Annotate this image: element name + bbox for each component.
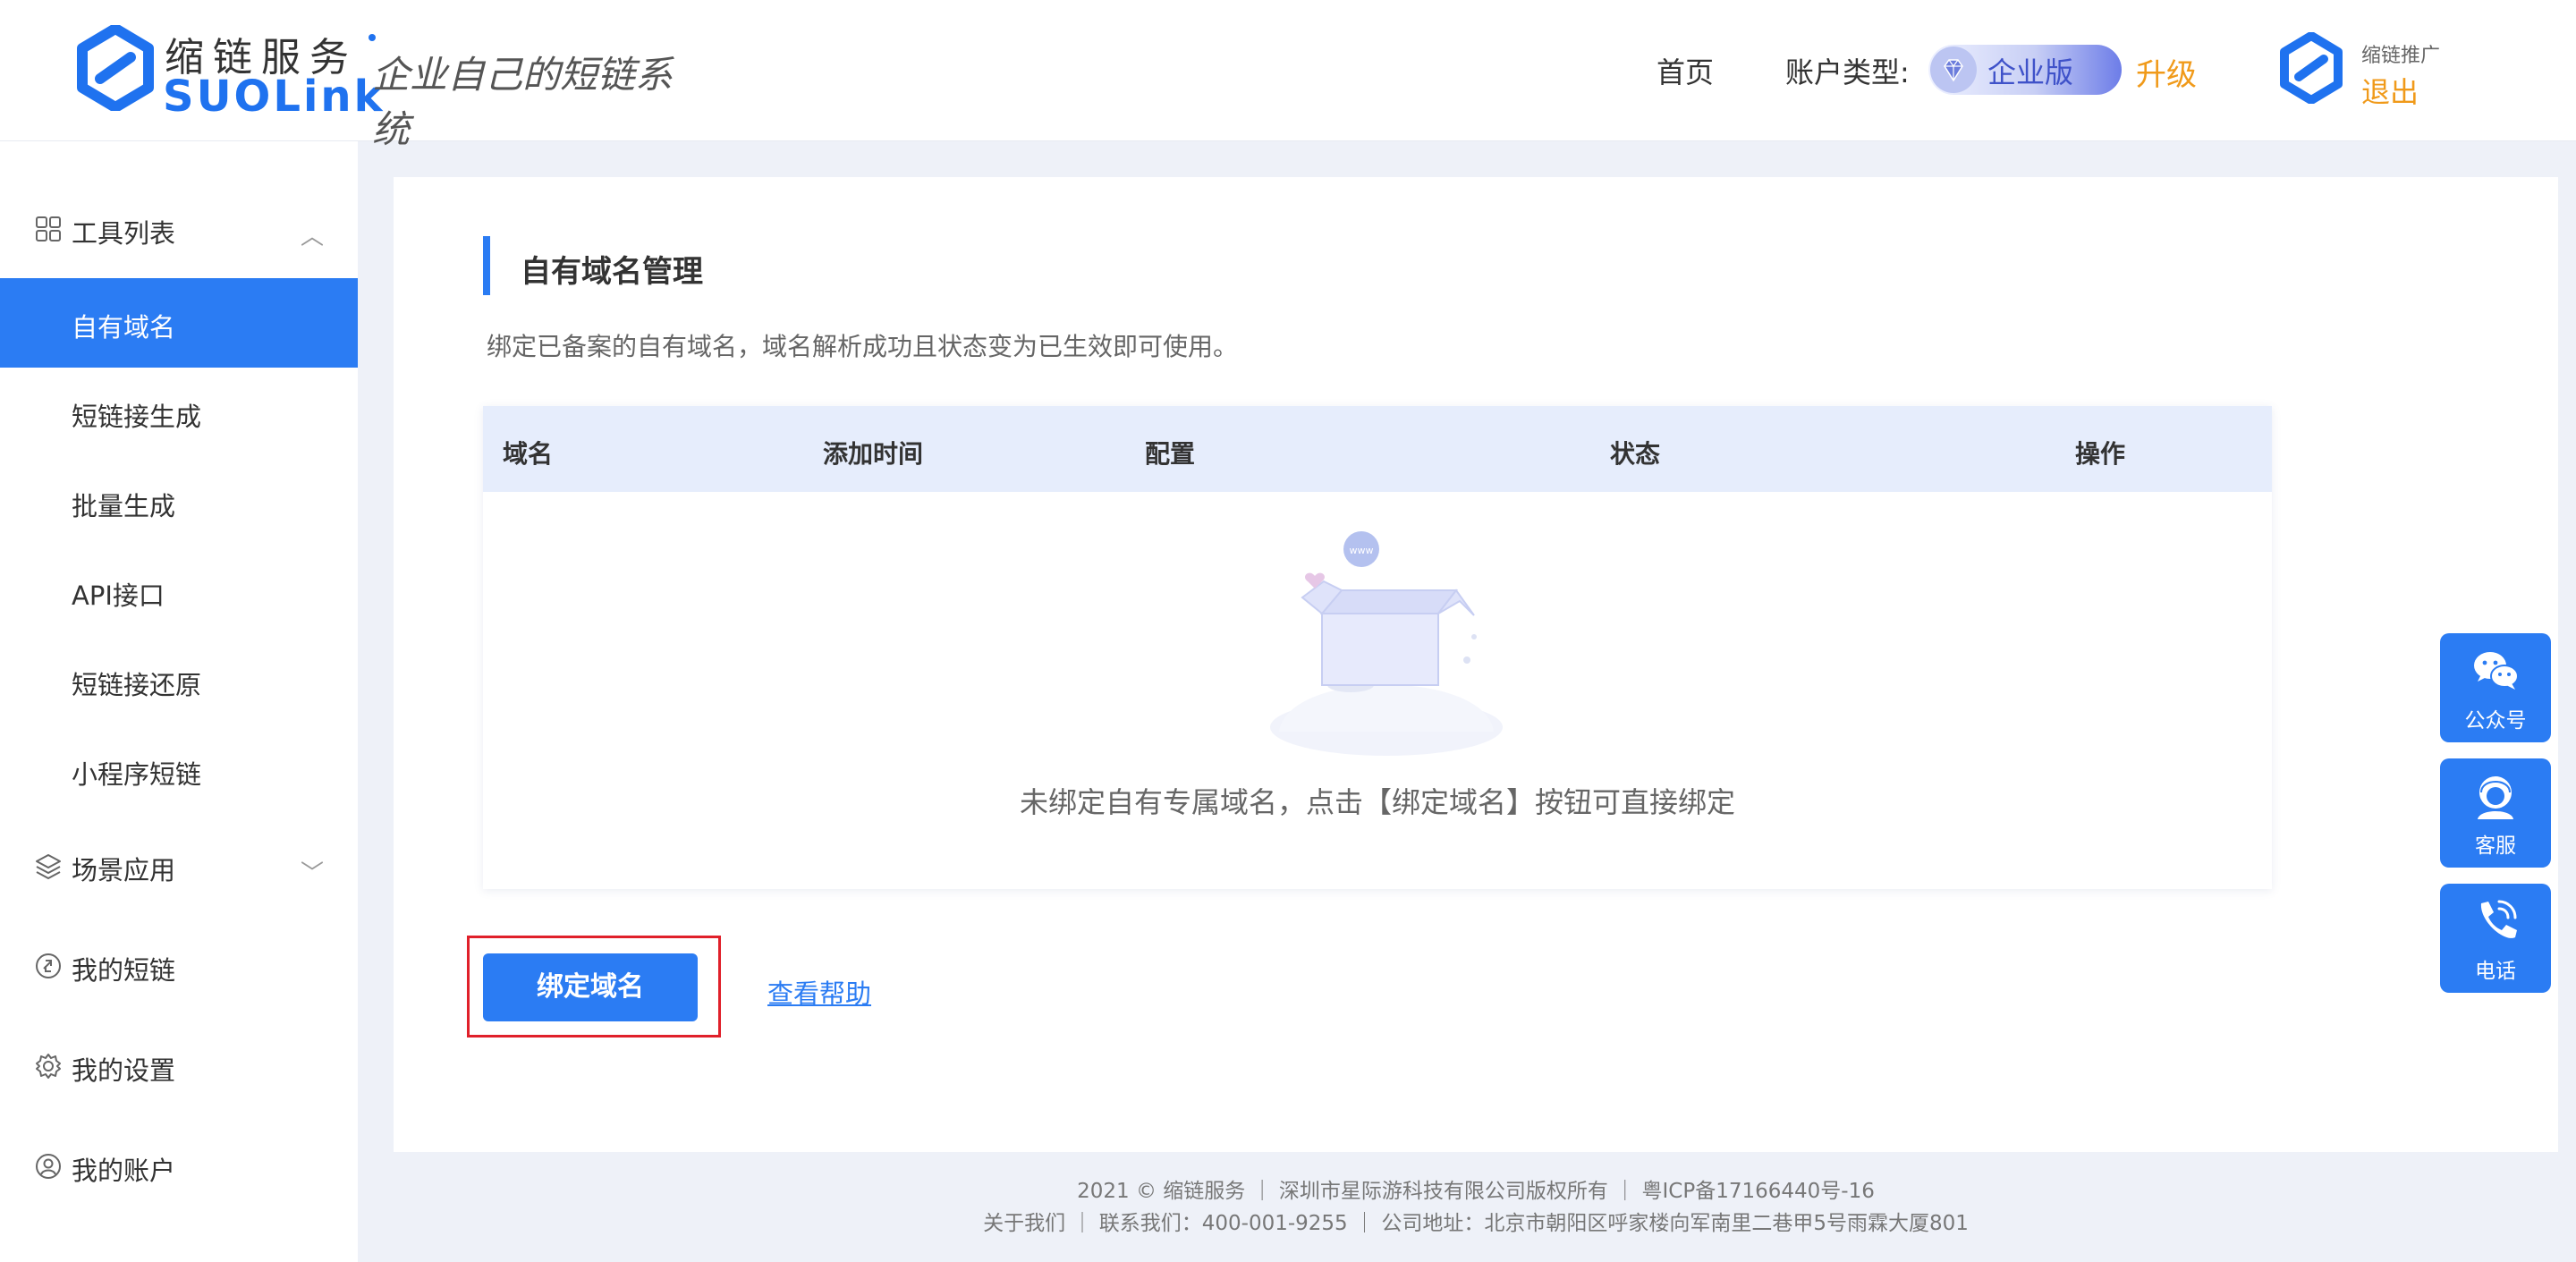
logo-mark-icon (77, 25, 154, 111)
sidebar-group-scenes[interactable]: 场景应用 ﹀ (0, 830, 358, 902)
customer-service-icon (2478, 776, 2513, 819)
float-button-label: 客服 (2475, 834, 2516, 858)
logo-english-text: SUOLink (163, 72, 386, 122)
top-header: 缩链服务 SUOLink 企业自己的短链系统 首页 账户类型: 企业版 升级 缩… (0, 0, 2576, 151)
column-header-added-time: 添加时间 (823, 439, 924, 469)
sidebar-item-batch-generate[interactable]: 批量生成 (0, 457, 358, 546)
wechat-icon (2474, 652, 2519, 690)
sidebar-item-shortlink-generate[interactable]: 短链接生成 (0, 368, 358, 457)
sidebar-item-label: 短链接还原 (72, 670, 202, 700)
diamond-icon (1930, 47, 1977, 93)
layers-icon (36, 854, 61, 879)
gear-icon (36, 1054, 61, 1079)
chevron-down-icon: ﹀ (301, 860, 325, 887)
sidebar-item-label: 批量生成 (72, 491, 176, 521)
empty-box-illustration: www (1270, 531, 1503, 756)
page-title: 自有域名管理 (521, 254, 703, 290)
sidebar-item-my-account[interactable]: 我的账户 (0, 1131, 358, 1202)
sidebar-item-label: 小程序短链 (72, 759, 202, 790)
float-phone-button[interactable]: 电话 (2440, 884, 2551, 993)
upgrade-link[interactable]: 升级 (2136, 50, 2197, 94)
sidebar-item-label: 短链接生成 (72, 402, 202, 432)
float-wechat-button[interactable]: 公众号 (2440, 633, 2551, 742)
float-customer-service-button[interactable]: 客服 (2440, 758, 2551, 868)
sidebar-item-my-settings[interactable]: 我的设置 (0, 1030, 358, 1102)
float-button-label: 公众号 (2464, 709, 2527, 733)
sidebar-item-my-links[interactable]: 我的短链 (0, 930, 358, 1002)
slogan-dot (369, 34, 376, 41)
chevron-up-icon: ︿ (301, 224, 325, 250)
sidebar-item-own-domain[interactable]: 自有域名 (0, 278, 358, 368)
column-header-status: 状态 (1610, 439, 1661, 469)
column-header-actions: 操作 (2075, 439, 2126, 469)
sidebar-group-label: 场景应用 (72, 855, 176, 885)
account-type-label: 账户类型: (1785, 55, 1910, 89)
float-button-label: 电话 (2475, 960, 2516, 983)
logo[interactable]: 缩链服务 SUOLink 企业自己的短链系统 (77, 21, 703, 151)
grid-icon (36, 216, 61, 241)
column-header-domain: 域名 (503, 439, 554, 469)
sidebar-item-shortlink-restore[interactable]: 短链接还原 (0, 636, 358, 725)
table-header: 域名 添加时间 配置 状态 操作 (483, 406, 2272, 492)
sidebar-item-label: 自有域名 (72, 312, 176, 343)
account-type-value: 企业版 (1987, 55, 2074, 89)
logout-link[interactable]: 退出 (2361, 70, 2419, 111)
bind-domain-button[interactable]: 绑定域名 (483, 953, 698, 1021)
sidebar-item-miniprogram-link[interactable]: 小程序短链 (0, 725, 358, 815)
sidebar-item-api[interactable]: API接口 (0, 546, 358, 636)
footer-copyright: 2021 © 缩链服务 ｜ 深圳市星际游科技有限公司版权所有 ｜ 粤ICP备17… (1077, 1180, 1875, 1203)
phone-icon (2480, 900, 2517, 938)
sidebar: 工具列表 ︿ 自有域名 短链接生成 批量生成 API接口 短链接还原 小程序短链… (0, 141, 358, 1262)
column-header-config: 配置 (1145, 439, 1196, 469)
sidebar-group-tools[interactable]: 工具列表 ︿ (0, 193, 358, 265)
sidebar-item-label: API接口 (72, 580, 165, 611)
title-accent-bar (483, 236, 490, 295)
domain-table: 域名 添加时间 配置 状态 操作 www 未绑定自有专属域名，点击【绑定域名】按… (483, 406, 2272, 889)
footer-contact: 关于我们 ｜ 联系我们：400-001-9255 ｜ 公司地址：北京市朝阳区呼家… (983, 1212, 1969, 1235)
sidebar-item-label: 我的设置 (72, 1055, 176, 1086)
empty-state-text: 未绑定自有专属域名，点击【绑定域名】按钮可直接绑定 (1019, 785, 1735, 819)
user-circle-icon (36, 1154, 61, 1179)
sidebar-item-label: 我的账户 (72, 1156, 176, 1186)
nav-home-link[interactable]: 首页 (1657, 50, 1714, 91)
logo-slogan: 企业自己的短链系统 (372, 53, 674, 151)
view-help-link[interactable]: 查看帮助 (767, 973, 871, 1011)
svg-text:www: www (1350, 545, 1374, 556)
promo-label[interactable]: 缩链推广 (2361, 39, 2440, 68)
sidebar-item-label: 我的短链 (72, 955, 176, 986)
page-description: 绑定已备案的自有域名，域名解析成功且状态变为已生效即可使用。 (487, 332, 1239, 361)
link-circle-icon (36, 953, 61, 978)
promo-logo-icon[interactable] (2279, 32, 2343, 104)
sidebar-group-label: 工具列表 (72, 218, 176, 249)
